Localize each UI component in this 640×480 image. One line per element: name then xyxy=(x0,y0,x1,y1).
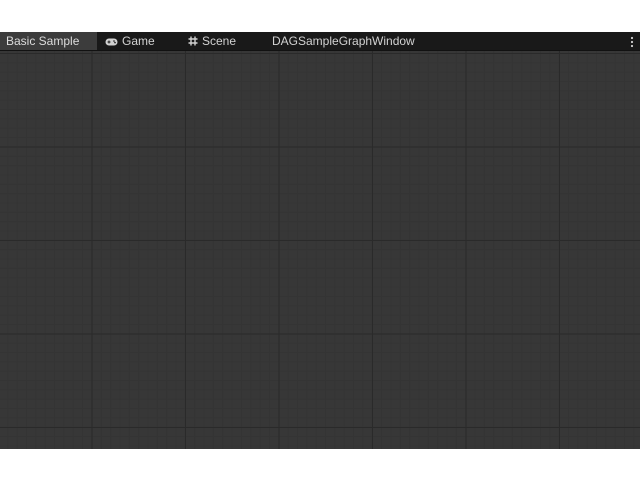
hash-grid-icon xyxy=(188,33,198,51)
tab-game[interactable]: Game xyxy=(105,32,155,50)
tab-label: DAGSampleGraphWindow xyxy=(272,34,415,48)
editor-window: Basic Sample Game Scene DAGSampleGraphWi… xyxy=(0,32,640,449)
tab-bar: Basic Sample Game Scene DAGSampleGraphWi… xyxy=(0,32,640,51)
tab-basic-sample[interactable]: Basic Sample xyxy=(0,32,97,50)
kebab-menu-icon[interactable] xyxy=(630,35,634,48)
gamepad-icon xyxy=(105,33,118,51)
tab-label: Scene xyxy=(202,34,237,48)
tab-scene[interactable]: Scene xyxy=(188,32,236,50)
tab-label: Basic Sample xyxy=(6,34,80,48)
tab-label: Game xyxy=(122,34,155,48)
tab-dag-sample-graph-window[interactable]: DAGSampleGraphWindow xyxy=(272,32,415,50)
graph-canvas[interactable] xyxy=(0,51,640,449)
